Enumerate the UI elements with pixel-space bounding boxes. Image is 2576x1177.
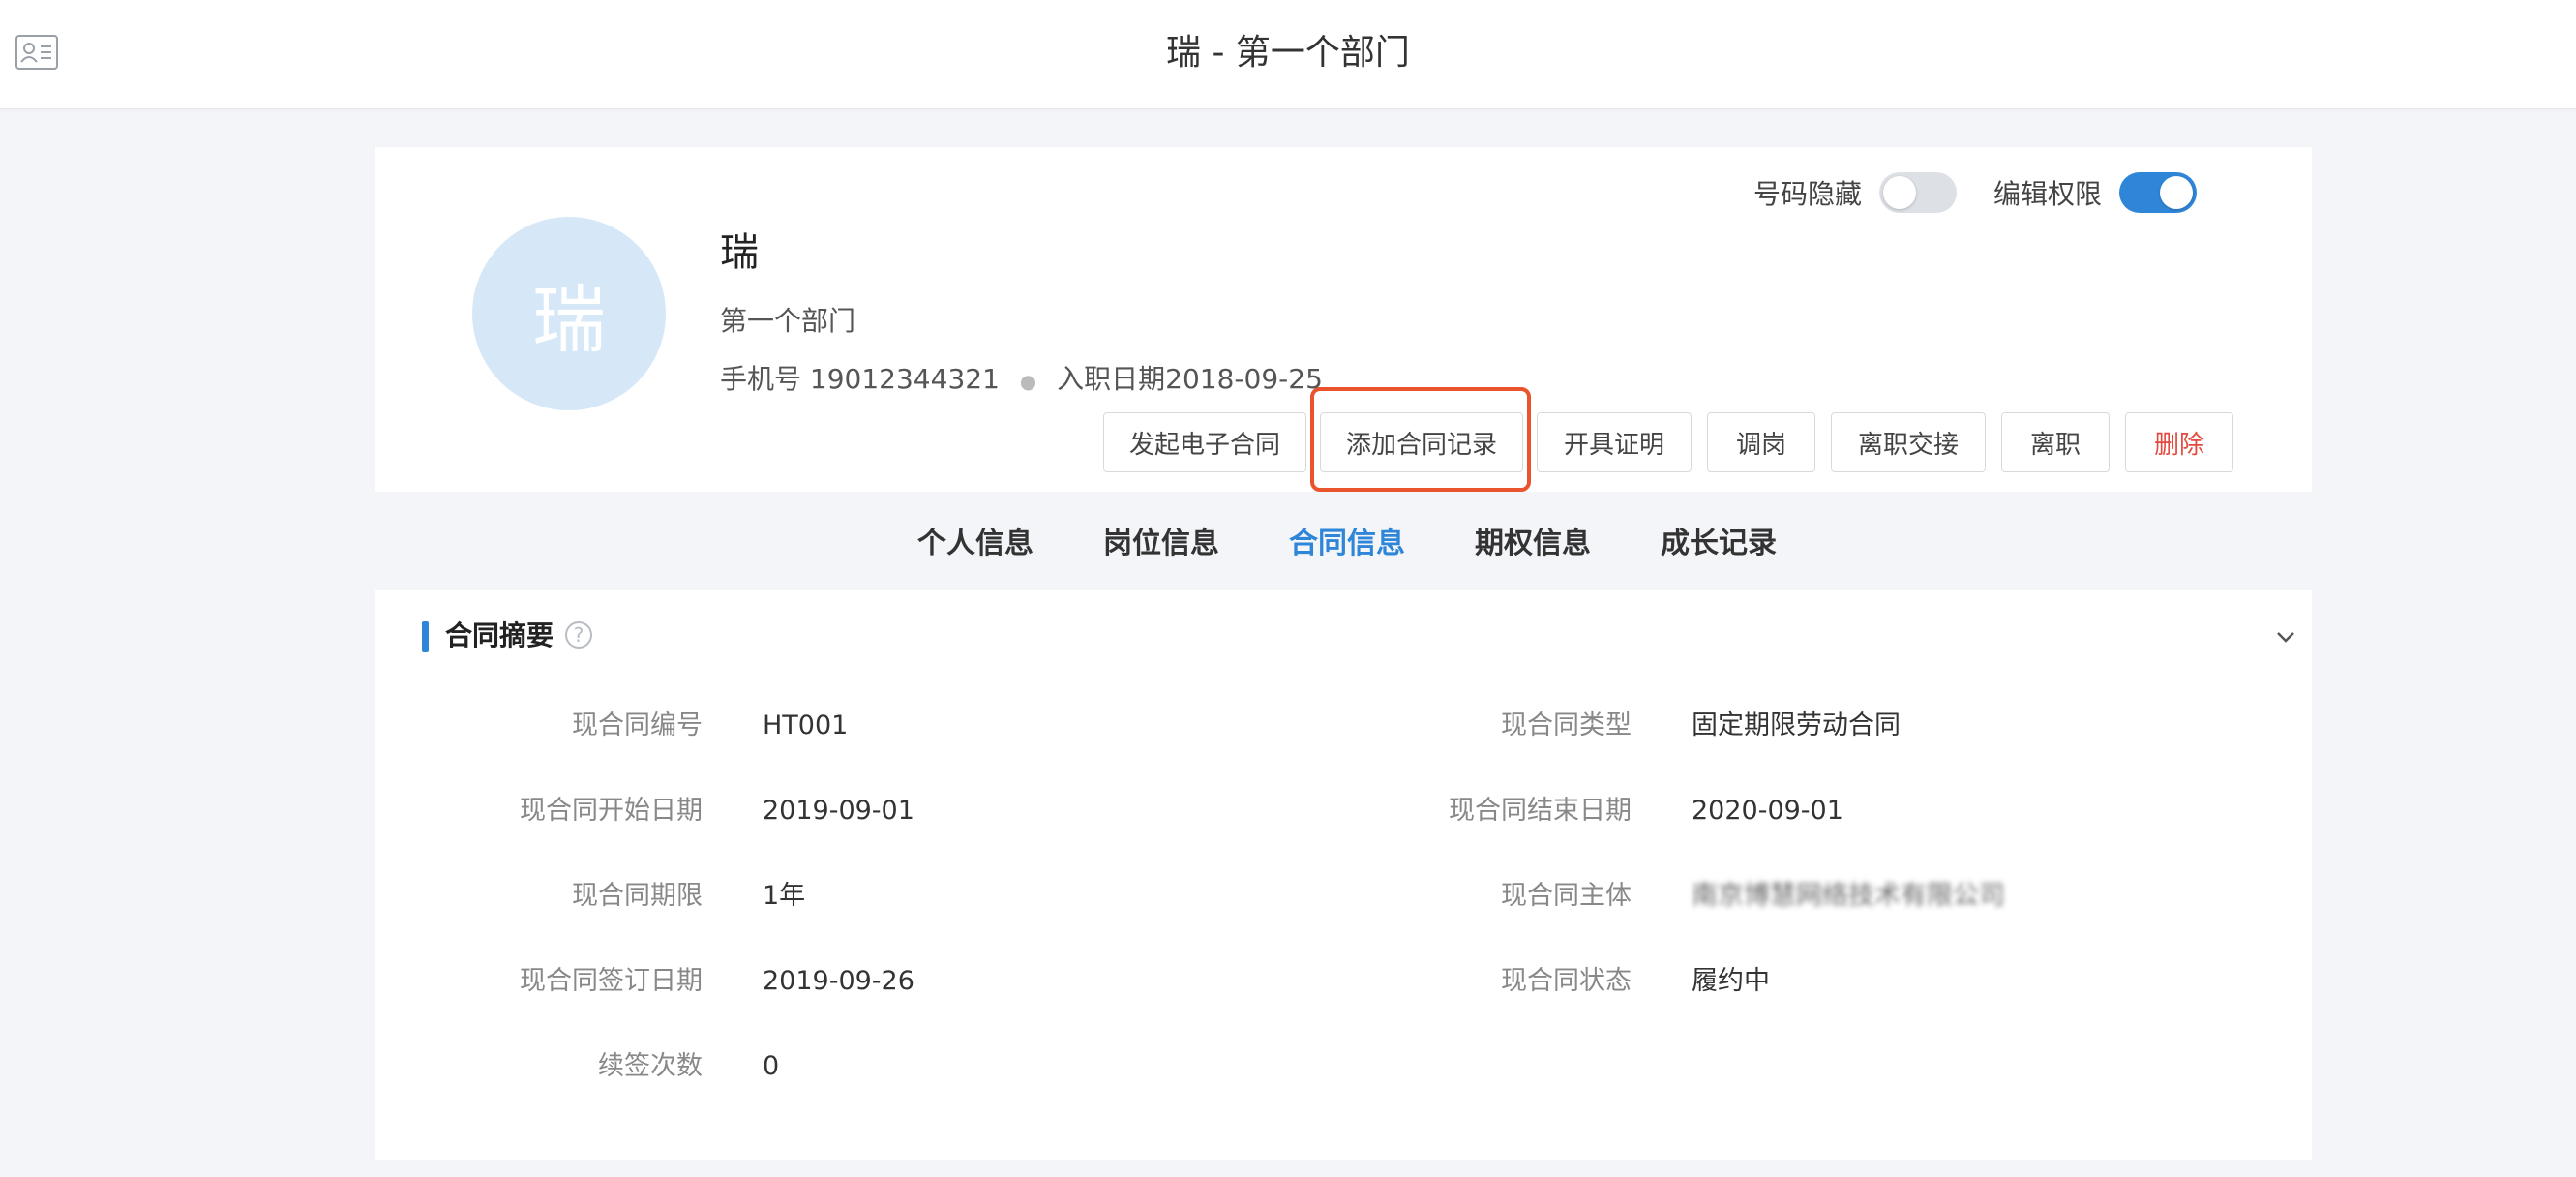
term-label: 现合同期限 (572, 881, 703, 911)
contract-type-value: 固定期限劳动合同 (1692, 710, 1901, 740)
sign-date-label: 现合同签订日期 (520, 966, 703, 996)
toggle-knob (2160, 176, 2194, 209)
chevron-down-icon[interactable] (2272, 623, 2299, 650)
section-accent-bar (422, 621, 429, 652)
delete-button[interactable]: 删除 (2125, 412, 2233, 472)
resignation-handover-button[interactable]: 离职交接 (1831, 412, 1986, 472)
resign-button[interactable]: 离职 (2001, 412, 2110, 472)
tab-contract-info[interactable]: 合同信息 (1289, 523, 1405, 565)
section-title: 合同摘要 (445, 619, 554, 651)
renewal-count-label: 续签次数 (598, 1051, 703, 1081)
employee-meta: 手机号 19012344321 ● 入职日期2018-09-25 (720, 360, 1323, 401)
end-date-value: 2020-09-01 (1692, 796, 1843, 826)
toggle-knob (1883, 176, 1917, 209)
start-date-label: 现合同开始日期 (520, 796, 703, 826)
contract-type-label: 现合同类型 (1501, 710, 1632, 740)
start-e-contract-button[interactable]: 发起电子合同 (1103, 412, 1306, 472)
contract-party-label: 现合同主体 (1501, 881, 1632, 911)
help-icon[interactable]: ? (565, 621, 592, 649)
employee-name: 瑞 (720, 230, 759, 275)
page-title: 瑞 - 第一个部门 (1166, 33, 1410, 73)
tab-bar: 个人信息 岗位信息 合同信息 期权信息 成长记录 (375, 494, 2312, 588)
hide-number-toggle[interactable] (1879, 172, 1958, 213)
contract-number-label: 现合同编号 (572, 710, 703, 740)
term-value: 1年 (763, 881, 806, 911)
transfer-button[interactable]: 调岗 (1707, 412, 1815, 472)
avatar: 瑞 (472, 217, 666, 410)
end-date-label: 现合同结束日期 (1449, 796, 1632, 826)
separator-dot: ● (1019, 370, 1037, 393)
contract-party-value: 南京博慧网络技术有限公司 (1692, 881, 2005, 911)
start-date-value: 2019-09-01 (763, 796, 914, 826)
edit-permission-label: 编辑权限 (1993, 178, 2103, 210)
hide-number-label: 号码隐藏 (1753, 178, 1863, 210)
employee-department: 第一个部门 (720, 305, 856, 337)
tab-position-info[interactable]: 岗位信息 (1103, 523, 1219, 565)
edit-permission-toggle[interactable] (2119, 172, 2198, 213)
contract-status-label: 现合同状态 (1501, 966, 1632, 996)
tab-option-info[interactable]: 期权信息 (1475, 523, 1591, 565)
tab-personal-info[interactable]: 个人信息 (917, 523, 1033, 565)
contract-number-value: HT001 (763, 710, 849, 740)
hide-number-toggle-group: 号码隐藏 (1753, 172, 1958, 213)
contract-summary-section: 合同摘要 ? 现合同编号 HT001 现合同开始日期 2019-09-01 现合… (375, 590, 2312, 1160)
highlight-box (1310, 387, 1531, 492)
contract-status-value: 履约中 (1692, 966, 1770, 996)
edit-permission-toggle-group: 编辑权限 (1993, 172, 2198, 213)
renewal-count-value: 0 (763, 1051, 780, 1081)
join-date-label: 入职日期 (1057, 363, 1166, 395)
top-bar: 瑞 - 第一个部门 (0, 0, 2576, 109)
sign-date-value: 2019-09-26 (763, 966, 914, 996)
phone-label: 手机号 (720, 363, 802, 395)
join-date-value: 2018-09-25 (1165, 363, 1323, 395)
phone-value: 19012344321 (809, 363, 1000, 395)
tab-growth-record[interactable]: 成长记录 (1661, 523, 1777, 565)
issue-certificate-button[interactable]: 开具证明 (1537, 412, 1692, 472)
